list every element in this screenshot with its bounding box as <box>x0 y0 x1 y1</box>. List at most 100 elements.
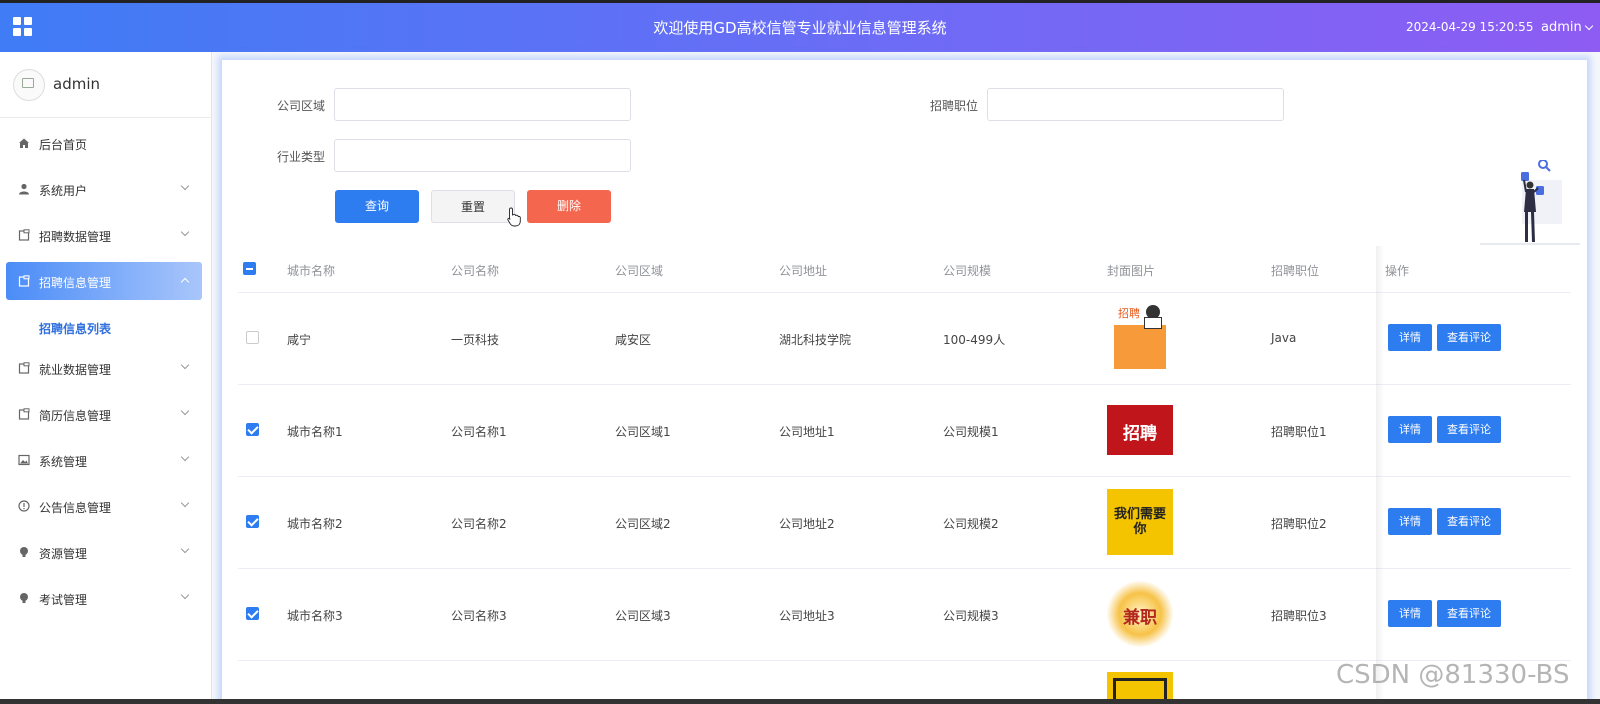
sidebar-item-label: 招聘数据管理 <box>39 230 112 244</box>
chevron-down-icon <box>180 590 190 600</box>
table-row: 城市名称3 公司名称3 公司区域3 公司地址3 公司规模3 兼职 招聘职位3 详… <box>238 569 1571 661</box>
industry-input[interactable] <box>334 139 631 172</box>
position-input[interactable] <box>987 88 1284 121</box>
sidebar-profile: admin <box>0 52 211 118</box>
detail-button[interactable]: 详情 <box>1388 324 1432 351</box>
info-icon <box>18 500 30 512</box>
chevron-down-icon <box>180 406 190 416</box>
cell-area: 公司区域3 <box>615 609 671 623</box>
col-actions: 操作 <box>1385 264 1410 278</box>
cell-position: 招聘职位3 <box>1271 609 1327 623</box>
chevron-down-icon <box>180 227 190 237</box>
sidebar-item-recruit-data[interactable]: 招聘数据管理 <box>6 216 202 254</box>
cell-position: 招聘职位1 <box>1271 425 1327 439</box>
sidebar-item-resume[interactable]: 简历信息管理 <box>6 395 202 433</box>
chevron-down-icon <box>180 181 190 191</box>
sidebar-item-resource[interactable]: 资源管理 <box>6 533 202 571</box>
cell-position: Java <box>1271 331 1297 345</box>
col-position: 招聘职位 <box>1271 264 1320 278</box>
sidebar-item-label: 就业数据管理 <box>39 363 112 377</box>
sidebar-item-system[interactable]: 系统管理 <box>6 441 202 479</box>
cell-scale: 公司规模2 <box>943 517 999 531</box>
row-checkbox[interactable] <box>246 423 259 436</box>
chevron-down-icon <box>180 544 190 554</box>
detail-button[interactable]: 详情 <box>1388 600 1432 627</box>
user-name: admin <box>1541 20 1582 35</box>
select-all-checkbox[interactable] <box>243 262 256 275</box>
row-checkbox[interactable] <box>246 515 259 528</box>
chevron-down-icon <box>180 498 190 508</box>
sidebar-item-users[interactable]: 系统用户 <box>6 170 202 208</box>
table-row: 城市名称1 公司名称1 公司区域1 公司地址1 公司规模1 招聘 招聘职位1 详… <box>238 385 1571 477</box>
clipboard-icon <box>18 275 30 287</box>
table-header-row: 城市名称 公司名称 公司区域 公司地址 公司规模 封面图片 招聘职位 操作 <box>238 246 1571 293</box>
cell-area: 公司区域2 <box>615 517 671 531</box>
home-icon <box>18 137 30 149</box>
sidebar-item-exam[interactable]: 考试管理 <box>6 579 202 617</box>
view-review-button[interactable]: 查看评论 <box>1437 508 1501 535</box>
sidebar-item-recruit-info[interactable]: 招聘信息管理 <box>6 262 202 300</box>
cell-company: 一页科技 <box>451 333 500 347</box>
cell-address: 湖北科技学院 <box>779 333 852 347</box>
sidebar-subitem-recruit-list[interactable]: 招聘信息列表 <box>39 320 111 337</box>
cell-scale: 100-499人 <box>943 333 1006 347</box>
detail-button[interactable]: 详情 <box>1388 508 1432 535</box>
user-menu[interactable]: admin <box>1541 20 1593 35</box>
sidebar-item-label: 系统管理 <box>39 455 88 469</box>
actions-column-shadow <box>1376 246 1384 704</box>
cell-city: 城市名称1 <box>287 425 343 439</box>
bottom-edge <box>0 699 1600 704</box>
col-area: 公司区域 <box>615 264 664 278</box>
main-panel: 公司区域 招聘职位 行业类型 查询 重置 删除 城市名称 公司名称 公司区域 公… <box>222 60 1587 704</box>
row-checkbox[interactable] <box>246 331 259 344</box>
clipboard-icon <box>18 408 30 420</box>
position-label: 招聘职位 <box>930 99 979 113</box>
sidebar-item-label: 招聘信息管理 <box>39 276 112 290</box>
sidebar-item-label: 公告信息管理 <box>39 501 112 515</box>
cell-address: 公司地址1 <box>779 425 835 439</box>
sidebar-item-notice[interactable]: 公告信息管理 <box>6 487 202 525</box>
cell-scale: 公司规模1 <box>943 425 999 439</box>
col-scale: 公司规模 <box>943 264 992 278</box>
view-review-button[interactable]: 查看评论 <box>1437 600 1501 627</box>
cover-image: 招聘 <box>1107 405 1173 455</box>
search-person-illustration <box>1480 160 1580 245</box>
clipboard-icon <box>18 229 30 241</box>
chevron-down-icon <box>180 452 190 462</box>
cell-scale: 公司规模3 <box>943 609 999 623</box>
sidebar-item-label: 后台首页 <box>39 138 88 152</box>
query-button[interactable]: 查询 <box>335 190 419 223</box>
sidebar-item-label: 考试管理 <box>39 593 88 607</box>
app-title: 欢迎使用GD高校信管专业就业信息管理系统 <box>653 19 947 37</box>
cell-city: 城市名称2 <box>287 517 343 531</box>
reset-button[interactable]: 重置 <box>431 190 515 223</box>
sidebar-item-label: 资源管理 <box>39 547 88 561</box>
cell-area: 咸安区 <box>615 333 652 347</box>
view-review-button[interactable]: 查看评论 <box>1437 324 1501 351</box>
profile-name: admin <box>53 75 100 93</box>
sidebar-item-employment-data[interactable]: 就业数据管理 <box>6 349 202 387</box>
cover-text: 招聘 <box>1123 424 1157 444</box>
industry-label: 行业类型 <box>277 150 326 164</box>
detail-button[interactable]: 详情 <box>1388 416 1432 443</box>
chevron-down-icon <box>180 360 190 370</box>
delete-button[interactable]: 删除 <box>527 190 611 223</box>
col-address: 公司地址 <box>779 264 828 278</box>
header-datetime: 2024-04-29 15:20:55 <box>1406 20 1534 34</box>
view-review-button[interactable]: 查看评论 <box>1437 416 1501 443</box>
cover-text: 我们需要你 <box>1113 507 1166 537</box>
bulb-icon <box>18 592 30 604</box>
cell-address: 公司地址2 <box>779 517 835 531</box>
area-input[interactable] <box>334 88 631 121</box>
cell-company: 公司名称1 <box>451 425 507 439</box>
top-header: 欢迎使用GD高校信管专业就业信息管理系统 2024-04-29 15:20:55… <box>0 0 1600 52</box>
cover-image: 兼职 <box>1107 581 1173 647</box>
row-checkbox[interactable] <box>246 607 259 620</box>
sidebar-item-home[interactable]: 后台首页 <box>6 124 202 162</box>
clipboard-icon <box>18 362 30 374</box>
avatar <box>13 69 45 101</box>
cover-image: 招聘 <box>1114 303 1166 369</box>
user-icon <box>18 183 30 195</box>
bulb-icon <box>18 546 30 558</box>
chevron-up-icon <box>180 277 190 287</box>
